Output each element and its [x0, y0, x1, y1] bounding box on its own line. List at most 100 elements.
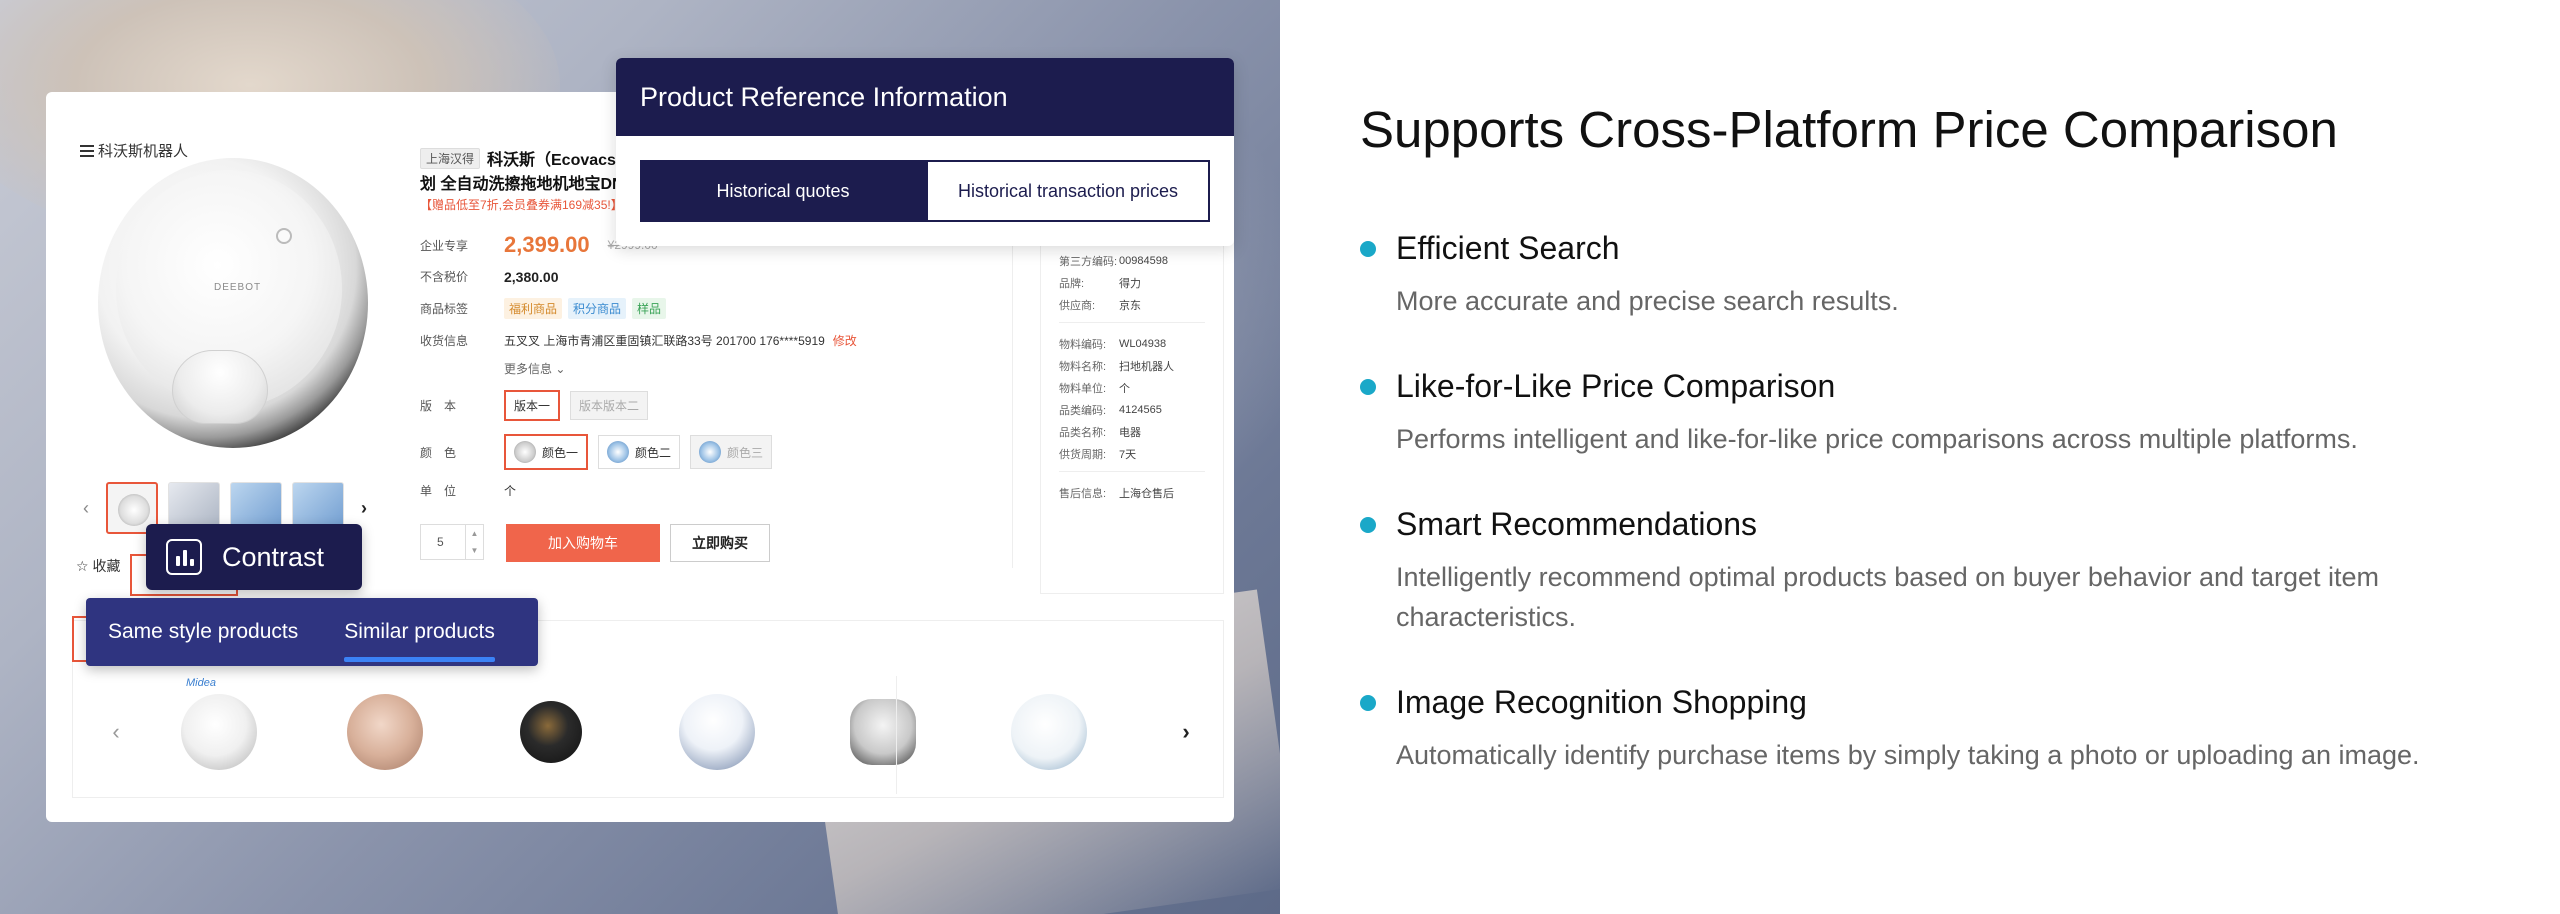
product-card[interactable]	[966, 677, 1132, 787]
robot-cover: DEEBOT	[116, 170, 342, 424]
reference-info-card: Product Reference Information Historical…	[616, 58, 1234, 246]
more-info-link[interactable]: 更多信息 ⌄	[504, 360, 565, 377]
robot-button	[276, 228, 292, 244]
bullet-icon	[1360, 378, 1376, 395]
meta-row: 售后信息: 上海仓售后	[1059, 482, 1205, 504]
color-option[interactable]: 颜色三	[690, 435, 773, 469]
product-card[interactable]	[302, 677, 468, 787]
feature-title: Smart Recommendations	[1396, 506, 1758, 542]
meta-key: 物料名称:	[1059, 361, 1107, 373]
favorite-button[interactable]: ☆ 收藏	[76, 556, 120, 576]
meta-value: 上海仓售后	[1119, 488, 1174, 500]
similar-products-carousel: ‹ Midea ›	[96, 672, 1206, 792]
chevron-left-icon[interactable]: ‹	[96, 719, 136, 745]
address-row: 收货信息 五叉叉 上海市青浦区重固镇汇联路33号 201700 176****5…	[420, 332, 857, 349]
version-option[interactable]: 版本版本二	[570, 391, 649, 420]
feature-title: Like-for-Like Price Comparison	[1396, 368, 1836, 404]
add-to-cart-button[interactable]: 加入购物车	[506, 524, 660, 562]
contrast-label: Contrast	[222, 541, 325, 572]
chevron-left-icon[interactable]: ‹	[76, 498, 96, 519]
meta-row: 供货周期: 7天	[1059, 443, 1205, 465]
reference-card-title: Product Reference Information	[616, 58, 1234, 136]
address-text: 五叉叉 上海市青浦区重固镇汇联路33号 201700 176****5919	[504, 334, 825, 348]
bullet-icon	[1360, 694, 1376, 711]
color-option[interactable]: 颜色一	[504, 434, 589, 470]
chevron-right-icon[interactable]: ›	[1166, 719, 1206, 745]
feature-item: Image Recognition Shopping Automatically…	[1360, 684, 2500, 775]
meta-value: 4124565	[1119, 404, 1162, 416]
feature-item: Like-for-Like Price Comparison Performs …	[1360, 368, 2500, 459]
feature-description: Performs intelligent and like-for-like p…	[1396, 424, 2358, 454]
product-card[interactable]	[800, 677, 966, 787]
feature-title: Image Recognition Shopping	[1396, 684, 1807, 720]
divider	[1012, 238, 1013, 568]
robot-dock	[172, 350, 268, 424]
quantity-stepper[interactable]: 5 ▲ ▼	[420, 524, 484, 560]
robot-logo: DEEBOT	[214, 282, 262, 293]
meta-value: 个	[1119, 383, 1130, 395]
price-main: 2,399.00	[504, 232, 590, 257]
divider	[896, 676, 897, 794]
reference-tabs: Historical quotes Historical transaction…	[640, 160, 1210, 222]
meta-value: 7天	[1119, 449, 1137, 461]
tab-historical-quotes[interactable]: Historical quotes	[640, 160, 926, 222]
meta-key: 供应商:	[1059, 300, 1096, 312]
version-option[interactable]: 版本一	[504, 390, 561, 421]
feature-description: More accurate and precise search results…	[1396, 286, 1899, 316]
chevron-right-icon[interactable]: ›	[354, 498, 374, 519]
meta-row: 物料编码: WL04938	[1059, 333, 1205, 355]
product-meta-panel: 第三方编码: 00984598 品牌: 得力 供应商: 京东 物料编码: WL04938 物料…	[1040, 238, 1224, 594]
tab-historical-transaction-prices[interactable]: Historical transaction prices	[926, 160, 1210, 222]
feature-title: Efficient Search	[1396, 230, 1620, 266]
meta-key: 品牌:	[1059, 278, 1085, 290]
feature-description: Automatically identify purchase items by…	[1396, 740, 2420, 770]
chevron-up-icon[interactable]: ▲	[471, 529, 479, 538]
tag-badge: 积分商品	[568, 298, 627, 319]
meta-value: 电器	[1119, 427, 1141, 439]
feature-description: Intelligently recommend optimal products…	[1396, 562, 2380, 632]
unit-row: 单 位 个	[420, 484, 517, 498]
tab-similar-products[interactable]: Similar products	[344, 598, 495, 666]
meta-value: 京东	[1119, 300, 1141, 312]
store-badge: 上海汉得	[420, 148, 481, 169]
meta-row: 品牌: 得力	[1059, 272, 1205, 294]
tag-badge: 福利商品	[504, 298, 563, 319]
bar-chart-icon	[166, 539, 202, 575]
tags-row: 商品标签 福利商品 积分商品 样品	[420, 298, 672, 319]
product-card[interactable]: Midea	[136, 677, 302, 787]
product-card[interactable]	[468, 677, 634, 787]
feature-item: Smart Recommendations Intelligently reco…	[1360, 506, 2500, 637]
meta-key: 售后信息:	[1059, 488, 1107, 500]
promo-text: 【赠品低至7折,会员叠券满169减35!】	[420, 198, 618, 212]
meta-key: 供货周期:	[1059, 449, 1107, 461]
unit-value: 个	[504, 484, 517, 498]
meta-value: 扫地机器人	[1119, 361, 1174, 373]
tax-excluded-row: 不含税价 2,380.00	[420, 268, 559, 285]
color-option[interactable]: 颜色二	[598, 435, 681, 469]
bullet-icon	[1360, 240, 1376, 257]
meta-key: 第三方编码:	[1059, 256, 1118, 268]
meta-row: 物料单位: 个	[1059, 377, 1205, 399]
edit-address-link[interactable]: 修改	[833, 332, 857, 349]
chevron-down-icon[interactable]: ▼	[471, 546, 479, 555]
bullet-icon	[1360, 516, 1376, 533]
product-title-line2: 划 全自动洗擦拖地机地宝DN	[420, 176, 618, 193]
meta-row: 供应商: 京东	[1059, 294, 1205, 316]
version-row: 版 本 版本一 版本版本二	[420, 390, 658, 421]
tab-same-style-products[interactable]: Same style products	[108, 598, 298, 666]
tag-badge: 样品	[632, 298, 667, 319]
contrast-button[interactable]: Contrast	[146, 524, 362, 590]
store-name[interactable]: 科沃斯机器人	[80, 140, 188, 161]
quantity-value: 5	[437, 535, 444, 549]
meta-key: 物料单位:	[1059, 383, 1107, 395]
meta-key: 物料编码:	[1059, 339, 1107, 351]
feature-item: Efficient Search More accurate and preci…	[1360, 230, 2500, 321]
feature-panel: Supports Cross-Platform Price Comparison…	[1280, 0, 2560, 914]
page-title: Supports Cross-Platform Price Comparison	[1360, 101, 2338, 158]
meta-value: 得力	[1119, 278, 1141, 290]
color-row: 颜 色 颜色一 颜色二 颜色三	[420, 434, 782, 470]
price-tax-excluded: 2,380.00	[504, 268, 559, 285]
similar-products-tabs: Same style products Similar products	[86, 598, 538, 666]
product-card[interactable]	[634, 677, 800, 787]
buy-now-button[interactable]: 立即购买	[670, 524, 770, 562]
